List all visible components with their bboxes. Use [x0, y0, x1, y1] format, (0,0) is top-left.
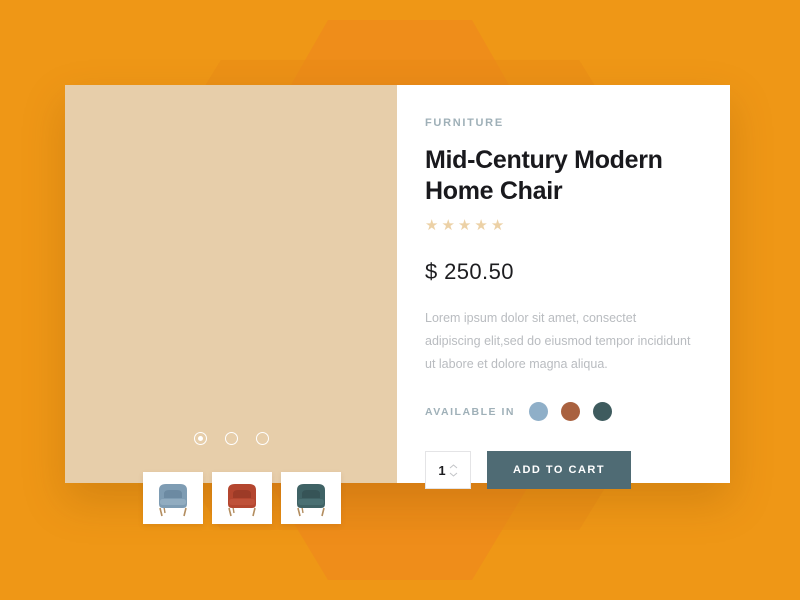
product-title-line-2: Home Chair [425, 176, 563, 205]
star-icon: ★ [474, 217, 488, 234]
color-swatch-dusty-blue[interactable] [528, 402, 548, 422]
carousel-dot-1[interactable] [193, 432, 207, 445]
quantity-value: 1 [438, 462, 446, 478]
purchase-actions: 1 ADD TO CART [425, 451, 694, 490]
color-swatch-terracotta[interactable] [560, 402, 580, 422]
product-description: Lorem ipsum dolor sit amet, consectet ad… [425, 311, 691, 372]
product-gallery [65, 85, 397, 483]
quantity-stepper[interactable]: 1 [425, 451, 471, 490]
chair-icon [228, 484, 256, 517]
thumbnail-strip [143, 472, 341, 524]
product-category: FURNITURE [425, 117, 504, 129]
carousel-dot-3[interactable] [255, 432, 269, 445]
chevron-down-icon[interactable] [449, 472, 458, 477]
product-main-image [65, 85, 397, 483]
stepper-arrows [449, 464, 458, 477]
available-colors: AVAILABLE IN [425, 402, 694, 422]
add-to-cart-button[interactable]: ADD TO CART [487, 451, 632, 490]
rating-stars[interactable]: ★ ★ ★ ★ ★ [425, 218, 694, 233]
color-swatches [528, 402, 612, 422]
page-title: Mid-Century Modern Home Chair [425, 145, 694, 206]
product-details: FURNITURE Mid-Century Modern Home Chair … [397, 85, 730, 490]
chevron-up-icon[interactable] [449, 464, 458, 469]
product-card: FURNITURE Mid-Century Modern Home Chair … [65, 85, 730, 490]
chair-icon [159, 484, 187, 517]
product-title-line-1: Mid-Century Modern [425, 146, 663, 174]
product-price: $ 250.50 [425, 259, 514, 284]
chair-icon [297, 484, 325, 517]
star-icon: ★ [425, 217, 439, 234]
thumbnail-chair-rust[interactable] [212, 472, 272, 524]
carousel-dots [65, 432, 397, 445]
thumbnail-chair-blue[interactable] [143, 472, 203, 524]
star-icon: ★ [441, 217, 455, 234]
color-swatch-dark-teal[interactable] [592, 402, 612, 422]
star-icon: ★ [490, 217, 505, 234]
star-icon: ★ [457, 217, 472, 234]
carousel-dot-2[interactable] [224, 432, 238, 445]
available-in-label: AVAILABLE IN [425, 405, 515, 418]
thumbnail-chair-teal[interactable] [281, 472, 341, 524]
